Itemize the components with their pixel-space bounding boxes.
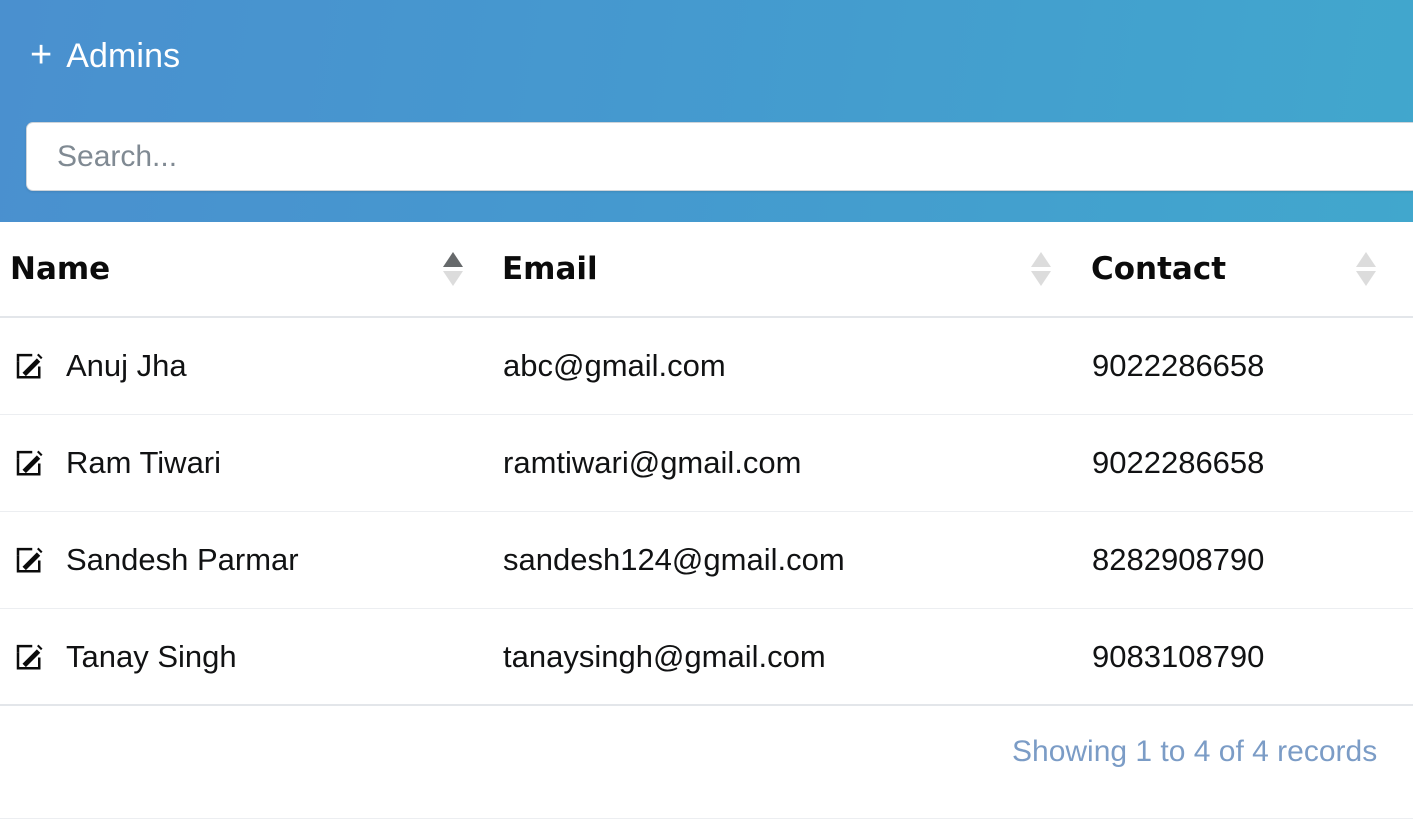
- sort-icon-contact[interactable]: [1356, 252, 1376, 286]
- admin-email: sandesh124@gmail.com: [503, 542, 845, 577]
- admin-name: Tanay Singh: [66, 639, 237, 674]
- cell-email: abc@gmail.com: [503, 318, 1073, 414]
- table-row: Sandesh Parmar sandesh124@gmail.com 8282…: [0, 512, 1413, 609]
- column-header-name-label: Name: [10, 251, 111, 287]
- admin-email: tanaysingh@gmail.com: [503, 639, 826, 674]
- cell-name: Ram Tiwari: [14, 415, 484, 511]
- cell-email: sandesh124@gmail.com: [503, 512, 1073, 608]
- cell-contact: 9083108790: [1092, 609, 1412, 705]
- admins-list-page: + Admins Name Email Contact: [0, 0, 1413, 822]
- cell-name: Tanay Singh: [14, 609, 484, 705]
- cell-name: Anuj Jha: [14, 318, 484, 414]
- sort-descending-arrow: [1356, 271, 1376, 286]
- column-header-contact-label: Contact: [1091, 251, 1227, 287]
- search-input[interactable]: [26, 122, 1413, 191]
- search-box[interactable]: [26, 122, 1413, 191]
- table-row: Tanay Singh tanaysingh@gmail.com 9083108…: [0, 609, 1413, 706]
- table-row: Ram Tiwari ramtiwari@gmail.com 902228665…: [0, 415, 1413, 512]
- records-info: Showing 1 to 4 of 4 records: [1012, 735, 1378, 768]
- panel-header: + Admins: [0, 0, 1413, 222]
- cell-contact: 9022286658: [1092, 415, 1412, 511]
- edit-pencil-icon[interactable]: [14, 448, 44, 478]
- admin-contact: 9083108790: [1092, 639, 1265, 674]
- column-header-email-label: Email: [502, 251, 598, 287]
- sort-icon-name[interactable]: [443, 252, 463, 286]
- admins-table: Name Email Contact Anuj Jha abc@gmail.co…: [0, 222, 1413, 706]
- admin-contact: 9022286658: [1092, 348, 1265, 383]
- admin-name: Sandesh Parmar: [66, 542, 299, 577]
- sort-descending-arrow: [1031, 271, 1051, 286]
- edit-pencil-icon[interactable]: [14, 642, 44, 672]
- table-footer: Showing 1 to 4 of 4 records: [0, 735, 1413, 822]
- cell-contact: 9022286658: [1092, 318, 1412, 414]
- plus-icon: +: [30, 34, 53, 76]
- sort-ascending-arrow: [1356, 252, 1376, 267]
- cell-name: Sandesh Parmar: [14, 512, 484, 608]
- admin-email: abc@gmail.com: [503, 348, 726, 383]
- column-header-name[interactable]: Name: [10, 222, 480, 316]
- admin-name: Anuj Jha: [66, 348, 187, 383]
- sort-ascending-arrow: [443, 252, 463, 267]
- add-admins-label: Admins: [66, 37, 181, 75]
- sort-descending-arrow: [443, 271, 463, 286]
- table-header-row: Name Email Contact: [0, 222, 1413, 318]
- cell-contact: 8282908790: [1092, 512, 1412, 608]
- edit-pencil-icon[interactable]: [14, 545, 44, 575]
- admin-name: Ram Tiwari: [66, 445, 222, 480]
- cell-email: ramtiwari@gmail.com: [503, 415, 1073, 511]
- table-row: Anuj Jha abc@gmail.com 9022286658: [0, 318, 1413, 415]
- admin-contact: 9022286658: [1092, 445, 1265, 480]
- column-header-email[interactable]: Email: [502, 222, 1072, 316]
- sort-ascending-arrow: [1031, 252, 1051, 267]
- add-admins-button[interactable]: + Admins: [30, 34, 181, 76]
- footer-divider: [0, 818, 1413, 819]
- edit-pencil-icon[interactable]: [14, 351, 44, 381]
- admin-email: ramtiwari@gmail.com: [503, 445, 802, 480]
- cell-email: tanaysingh@gmail.com: [503, 609, 1073, 705]
- sort-icon-email[interactable]: [1031, 252, 1051, 286]
- admin-contact: 8282908790: [1092, 542, 1265, 577]
